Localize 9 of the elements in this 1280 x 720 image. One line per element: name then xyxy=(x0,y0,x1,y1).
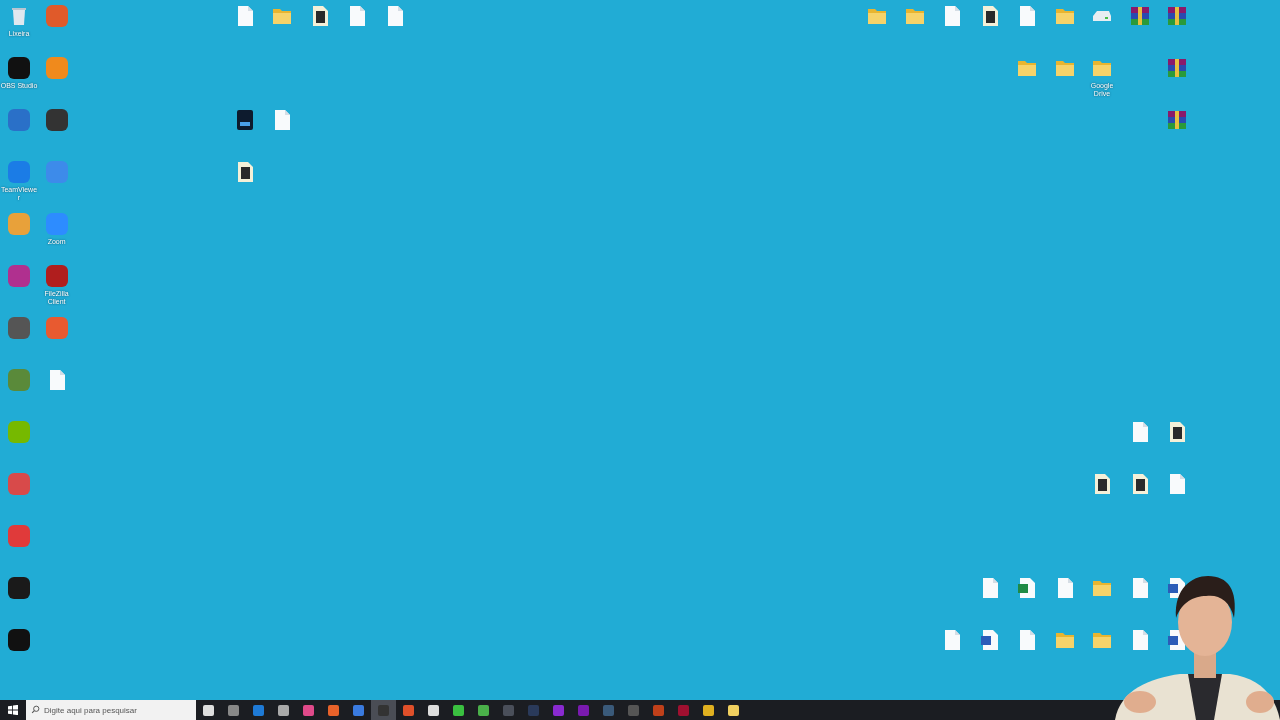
windows-logo-icon xyxy=(8,705,18,715)
app-icon[interactable] xyxy=(8,57,30,79)
archive-icon[interactable] xyxy=(1165,108,1189,132)
app-icon[interactable] xyxy=(8,629,30,651)
archive-icon[interactable] xyxy=(1165,4,1189,28)
archive-icon[interactable] xyxy=(1165,56,1189,80)
search-field[interactable]: Digite aqui para pesquisar xyxy=(26,700,196,720)
app-icon[interactable] xyxy=(45,109,68,131)
app-icon[interactable] xyxy=(8,577,30,599)
